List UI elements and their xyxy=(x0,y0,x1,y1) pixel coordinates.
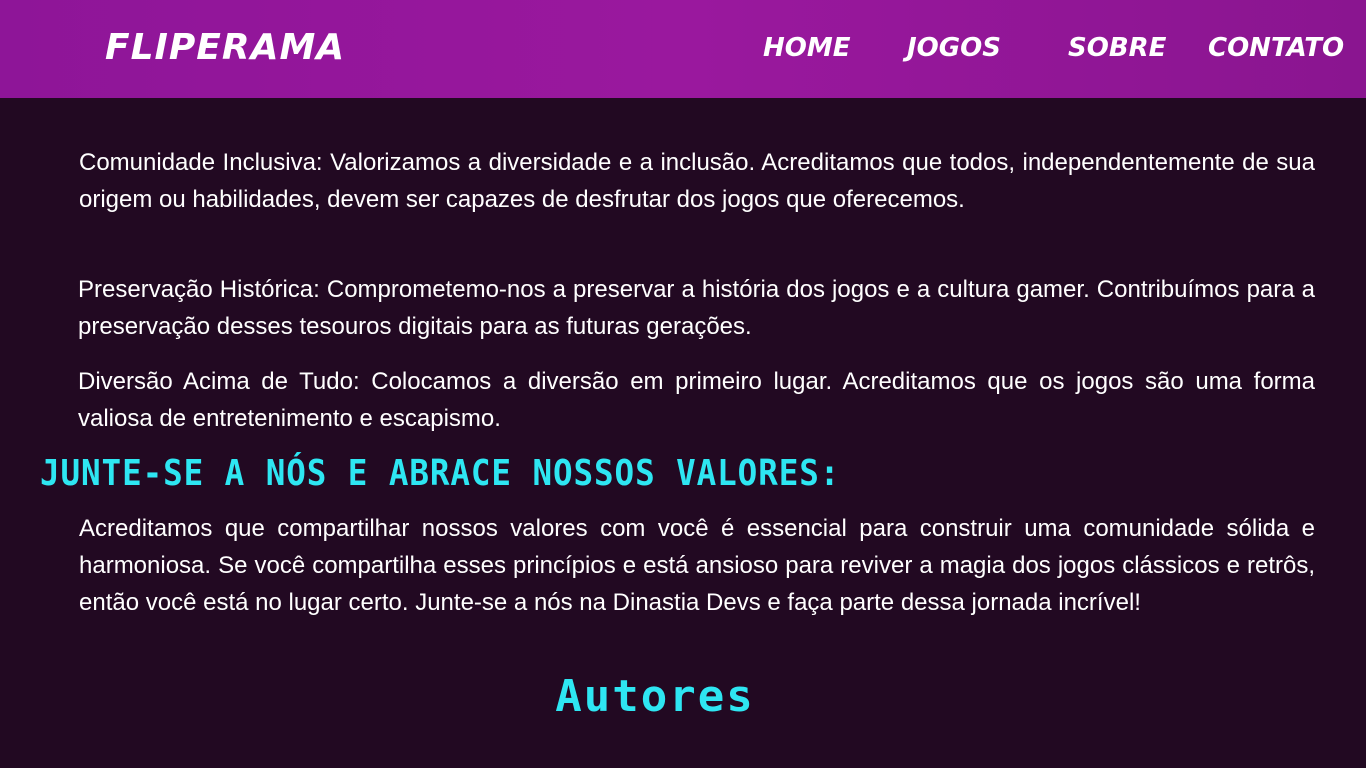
nav-link-contato[interactable]: CONTATO xyxy=(1208,30,1344,66)
site-logo[interactable]: FLIPERAMA xyxy=(105,26,345,70)
join-us-text: Acreditamos que compartilhar nossos valo… xyxy=(79,515,1315,616)
value-fun-above-all: Diversão Acima de Tudo: Colocamos a dive… xyxy=(78,368,1315,432)
nav-link-sobre[interactable]: SOBRE xyxy=(1068,30,1166,66)
authors-heading: Autores xyxy=(555,671,755,722)
nav-link-jogos[interactable]: JOGOS xyxy=(907,30,1001,66)
value-inclusive-community: Comunidade Inclusiva: Valorizamos a dive… xyxy=(79,149,1315,213)
nav-link-home[interactable]: HOME xyxy=(763,30,851,66)
site-header: FLIPERAMA HOME JOGOS SOBRE CONTATO xyxy=(0,0,1366,98)
join-us-heading: JUNTE-SE A NÓS E ABRACE NOSSOS VALORES: xyxy=(40,453,841,494)
value-historical-preservation: Preservação Histórica: Comprometemo-nos … xyxy=(78,276,1315,340)
